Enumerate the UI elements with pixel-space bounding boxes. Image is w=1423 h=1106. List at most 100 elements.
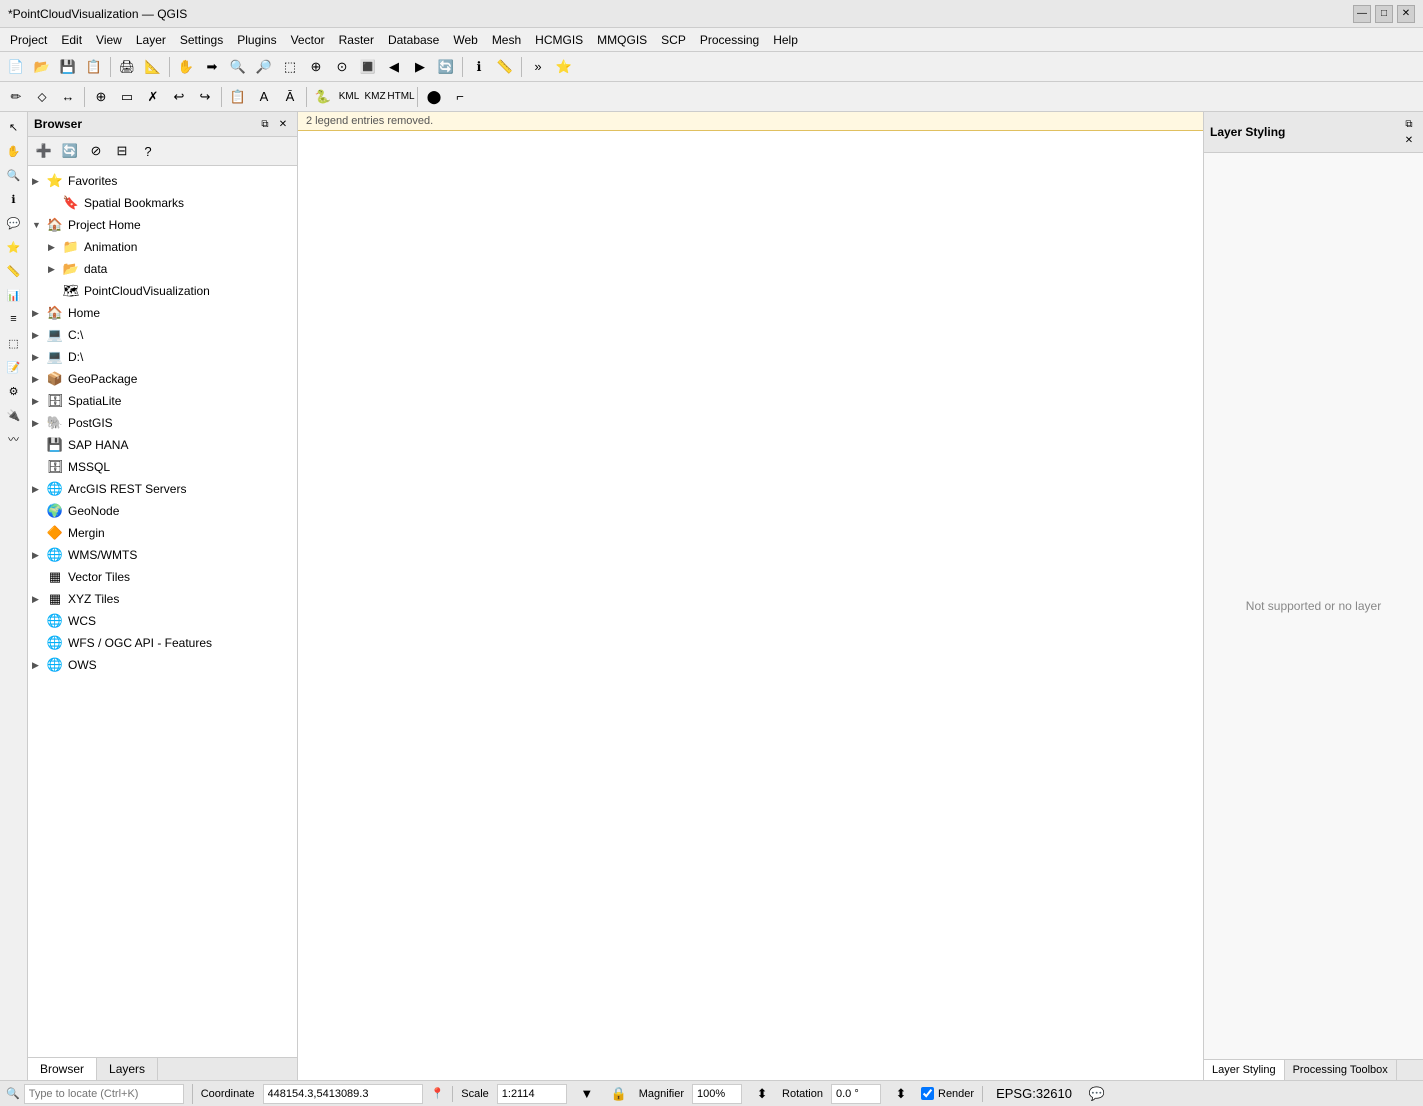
browser-item-wcs[interactable]: 🌐WCS: [28, 610, 297, 632]
browser-float-button[interactable]: ⧉: [257, 116, 273, 132]
overview-button[interactable]: ⬚: [3, 332, 25, 354]
browser-item-c-drive[interactable]: ▶💻C:\: [28, 324, 297, 346]
statistics-button[interactable]: 📊: [3, 284, 25, 306]
digitize-button[interactable]: ✏: [4, 85, 28, 109]
menu-item-processing[interactable]: Processing: [694, 31, 765, 49]
browser-collapse-button[interactable]: ⊟: [110, 139, 134, 163]
menu-item-settings[interactable]: Settings: [174, 31, 229, 49]
menu-item-raster[interactable]: Raster: [333, 31, 380, 49]
browser-item-geopackage[interactable]: ▶📦GeoPackage: [28, 368, 297, 390]
browser-item-vector-tiles[interactable]: ▦Vector Tiles: [28, 566, 297, 588]
browser-item-favorites[interactable]: ▶⭐Favorites: [28, 170, 297, 192]
browser-item-wfs-ogc[interactable]: 🌐WFS / OGC API - Features: [28, 632, 297, 654]
browser-item-animation[interactable]: ▶📁Animation: [28, 236, 297, 258]
browser-item-postgis[interactable]: ▶🐘PostGIS: [28, 412, 297, 434]
label2-button[interactable]: Ā: [278, 85, 302, 109]
layer-styling-bottom-tab[interactable]: Layer Styling: [1204, 1060, 1285, 1080]
undo-button[interactable]: ↩: [167, 85, 191, 109]
menu-item-web[interactable]: Web: [447, 31, 483, 49]
save-as-button[interactable]: 📋: [82, 55, 106, 79]
browser-item-d-drive[interactable]: ▶💻D:\: [28, 346, 297, 368]
kml-button[interactable]: KML: [337, 85, 361, 109]
more-button[interactable]: »: [526, 55, 550, 79]
task-manager-button[interactable]: ⚙: [3, 380, 25, 402]
browser-add-button[interactable]: ➕: [32, 139, 56, 163]
magnifier-input[interactable]: [692, 1084, 742, 1104]
plugins-button[interactable]: 🔌: [3, 404, 25, 426]
label-button[interactable]: A: [252, 85, 276, 109]
line-button[interactable]: ⌐: [448, 85, 472, 109]
menu-item-layer[interactable]: Layer: [130, 31, 172, 49]
browser-item-wms-wmts[interactable]: ▶🌐WMS/WMTS: [28, 544, 297, 566]
zoom-box-button[interactable]: ⬚: [278, 55, 302, 79]
zoom-out-button[interactable]: 🔎: [252, 55, 276, 79]
layer-order-button[interactable]: ≡: [3, 308, 25, 330]
processing-toolbox-bottom-tab[interactable]: Processing Toolbox: [1285, 1060, 1397, 1080]
browser-item-ows[interactable]: ▶🌐OWS: [28, 654, 297, 676]
menu-item-edit[interactable]: Edit: [55, 31, 88, 49]
move-feature-button[interactable]: ↔: [56, 85, 80, 109]
new-project-button[interactable]: 📄: [4, 55, 28, 79]
menu-item-database[interactable]: Database: [382, 31, 445, 49]
save-project-button[interactable]: 💾: [56, 55, 80, 79]
select-button[interactable]: ▭: [115, 85, 139, 109]
html-button[interactable]: HTML: [389, 85, 413, 109]
browser-item-home[interactable]: ▶🏠Home: [28, 302, 297, 324]
browser-filter-button[interactable]: ⊘: [84, 139, 108, 163]
browser-item-arcgis-rest[interactable]: ▶🌐ArcGIS REST Servers: [28, 478, 297, 500]
rotation-spin-button[interactable]: ⬍: [889, 1082, 913, 1106]
measure-tool-button[interactable]: 📏: [3, 260, 25, 282]
browser-help-button[interactable]: ?: [136, 139, 160, 163]
browser-item-xyz-tiles[interactable]: ▶▦XYZ Tiles: [28, 588, 297, 610]
bookmark-tool-button[interactable]: ⭐: [3, 236, 25, 258]
refresh-button[interactable]: 🔄: [434, 55, 458, 79]
print-layout-button[interactable]: 🖨: [115, 55, 139, 79]
browser-item-geonode[interactable]: 🌍GeoNode: [28, 500, 297, 522]
status-messages-button[interactable]: 💬: [1085, 1082, 1109, 1106]
new-spatial-bookmark[interactable]: ⭐: [552, 55, 576, 79]
coordinate-input[interactable]: [263, 1084, 423, 1104]
layer-styling-float-button[interactable]: ⧉: [1401, 116, 1417, 132]
layers-tab[interactable]: Layers: [97, 1058, 158, 1080]
zoom-prev-button[interactable]: ◀: [382, 55, 406, 79]
epsg-button[interactable]: EPSG:32610: [991, 1082, 1077, 1106]
zoom-full-button[interactable]: ⊕: [304, 55, 328, 79]
zoom-selection-button[interactable]: 🔳: [356, 55, 380, 79]
locate-input[interactable]: [24, 1084, 184, 1104]
paste-button[interactable]: 📋: [226, 85, 250, 109]
browser-close-button[interactable]: ✕: [275, 116, 291, 132]
menu-item-mesh[interactable]: Mesh: [486, 31, 527, 49]
menu-item-plugins[interactable]: Plugins: [231, 31, 282, 49]
lock-scale-button[interactable]: 🔒: [607, 1082, 631, 1106]
node-tool-button[interactable]: ⬦: [30, 85, 54, 109]
browser-tab[interactable]: Browser: [28, 1058, 97, 1080]
zoom-layer-button[interactable]: ⊙: [330, 55, 354, 79]
zoom-next-button[interactable]: ▶: [408, 55, 432, 79]
identify-button[interactable]: ℹ: [467, 55, 491, 79]
map-tips-button[interactable]: 💬: [3, 212, 25, 234]
menu-item-project[interactable]: Project: [4, 31, 53, 49]
browser-item-project-home[interactable]: ▼🏠Project Home: [28, 214, 297, 236]
log-button[interactable]: 📝: [3, 356, 25, 378]
menu-item-vector[interactable]: Vector: [285, 31, 331, 49]
browser-item-pointcloud[interactable]: 🗺PointCloudVisualization: [28, 280, 297, 302]
select-tool-button[interactable]: ↖: [3, 116, 25, 138]
magnifier-spin-button[interactable]: ⬍: [750, 1082, 774, 1106]
zoom-tool-button[interactable]: 🔍: [3, 164, 25, 186]
browser-item-mssql[interactable]: 🗄MSSQL: [28, 456, 297, 478]
close-button[interactable]: ✕: [1397, 5, 1415, 23]
browser-item-spatialite[interactable]: ▶🗄SpatiaLite: [28, 390, 297, 412]
browser-item-spatial-bookmarks[interactable]: 🔖Spatial Bookmarks: [28, 192, 297, 214]
pan-button[interactable]: ✋: [174, 55, 198, 79]
measure-button[interactable]: 📏: [493, 55, 517, 79]
menu-item-view[interactable]: View: [90, 31, 128, 49]
scale-input[interactable]: [497, 1084, 567, 1104]
render-checkbox[interactable]: [921, 1087, 934, 1100]
rotation-input[interactable]: [831, 1084, 881, 1104]
point-button[interactable]: ⬤: [422, 85, 446, 109]
menu-item-help[interactable]: Help: [767, 31, 804, 49]
scale-down-button[interactable]: ▼: [575, 1082, 599, 1106]
layer-styling-close-button[interactable]: ✕: [1401, 132, 1417, 148]
browser-item-data[interactable]: ▶📂data: [28, 258, 297, 280]
browser-refresh-button[interactable]: 🔄: [58, 139, 82, 163]
